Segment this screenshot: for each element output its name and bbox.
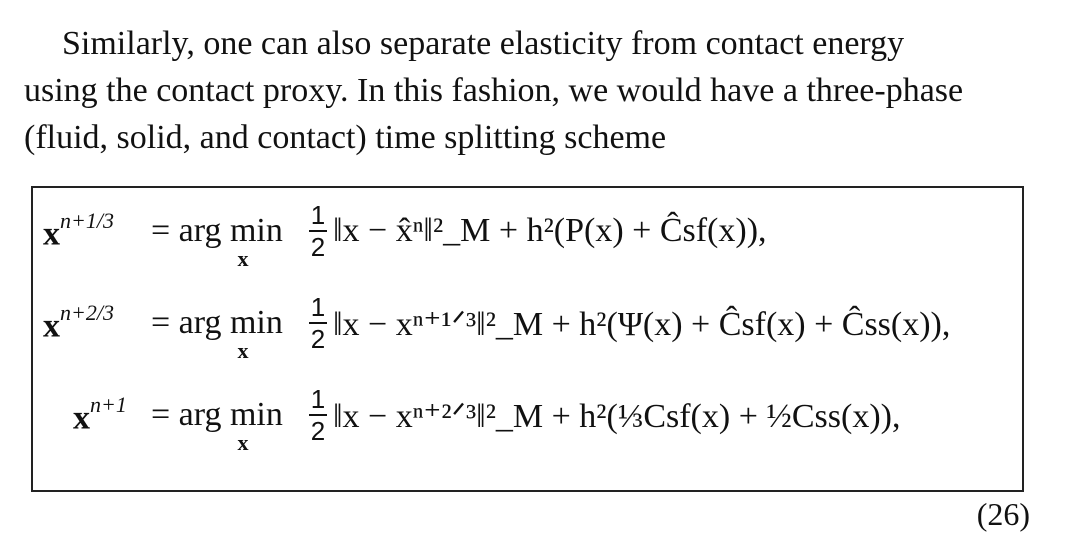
- equation-row-1: xn+1/3 = arg min x 12 ‖x − x̂ⁿ‖²_M + h²(P…: [33, 202, 1022, 282]
- equation-row-3: xn+1 = arg min x 12 ‖x − xⁿ⁺²ᐟ³‖²_M + h²(…: [33, 386, 1022, 466]
- paragraph-line-1: Similarly, one can also separate elastic…: [62, 25, 905, 62]
- equation-row-2: xn+2/3 = arg min x 12 ‖x − xⁿ⁺¹ᐟ³‖²_M + h…: [33, 294, 1022, 374]
- fraction-half: 12: [309, 200, 327, 262]
- equation-rhs: ‖x − xⁿ⁺¹ᐟ³‖²_M + h²(Ψ(x) + Ĉsf(x) + Ĉss…: [333, 306, 951, 343]
- equation-box: xn+1/3 = arg min x 12 ‖x − x̂ⁿ‖²_M + h²(P…: [31, 186, 1024, 492]
- equation-rhs: ‖x − xⁿ⁺²ᐟ³‖²_M + h²(⅓Csf(x) + ½Css(x)),: [333, 398, 901, 435]
- equation-lhs: xn+1/3: [43, 208, 114, 253]
- argmin-operator: = arg min x: [151, 396, 283, 455]
- argmin-operator: = arg min x: [151, 212, 283, 271]
- equation-lhs: xn+2/3: [43, 300, 114, 345]
- fraction-half: 12: [309, 292, 327, 354]
- argmin-operator: = arg min x: [151, 304, 283, 363]
- equation-number: (26): [976, 496, 1030, 532]
- equation-lhs: xn+1: [73, 392, 127, 437]
- equation-rhs: ‖x − x̂ⁿ‖²_M + h²(P(x) + Ĉsf(x)),: [333, 212, 767, 249]
- paragraph: Similarly, one can also separate elastic…: [24, 20, 1042, 161]
- paragraph-line-3: (fluid, solid, and contact) time splitti…: [24, 119, 667, 156]
- fraction-half: 12: [309, 384, 327, 446]
- paragraph-line-2: using the contact proxy. In this fashion…: [24, 72, 964, 109]
